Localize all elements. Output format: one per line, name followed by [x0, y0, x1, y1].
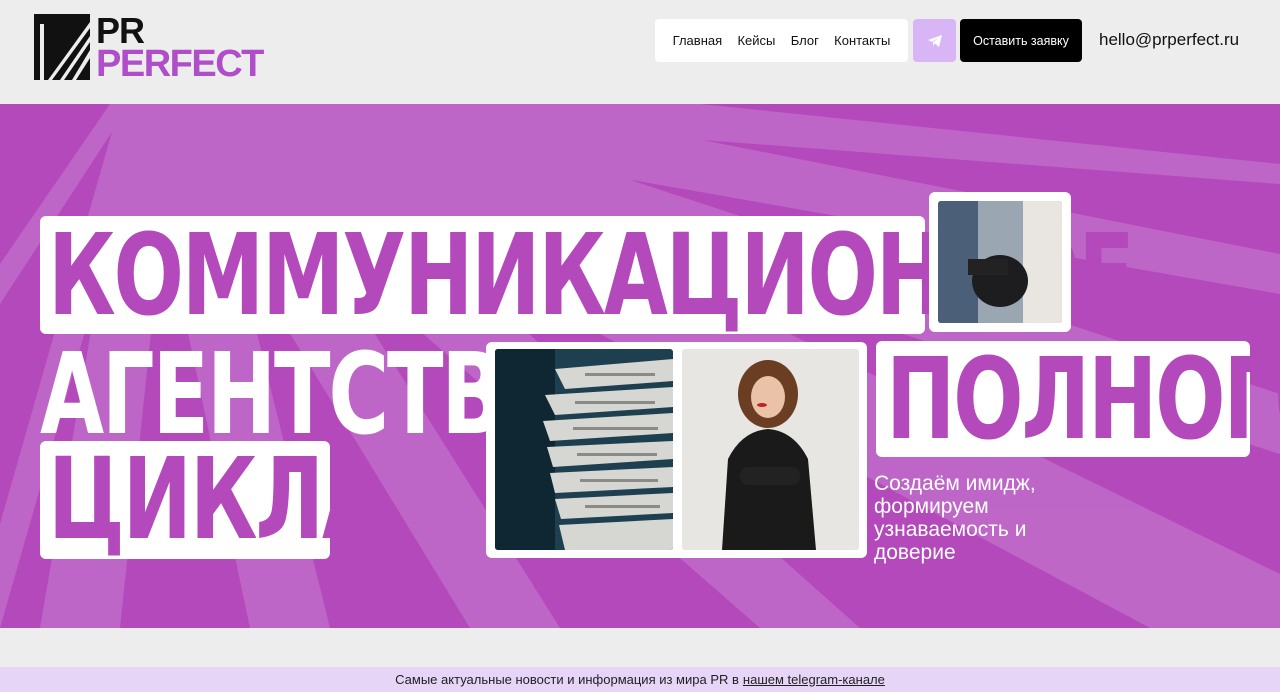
telegram-button[interactable] [913, 19, 956, 62]
hero-section: КОММУНИКАЦИОННОЕ АГЕНТСТВО ЦИКЛА ПОЛНОГО [0, 104, 1280, 628]
banner-text: Самые актуальные новости и информация из… [395, 672, 739, 687]
hero-word-full: ПОЛНОГО [886, 335, 1280, 465]
email-link[interactable]: hello@prperfect.ru [1099, 30, 1239, 50]
logo-rays-icon [34, 14, 90, 80]
telegram-icon [927, 34, 942, 47]
site-header: PR PERFECT Главная Кейсы Блог Контакты О… [0, 0, 1280, 104]
telegram-channel-link[interactable]: нашем telegram-канале [743, 672, 885, 687]
telegram-banner: Самые актуальные новости и информация из… [0, 667, 1280, 692]
nav-link-home[interactable]: Главная [673, 33, 722, 48]
main-nav: Главная Кейсы Блог Контакты [655, 19, 908, 62]
hero-subtitle: Создаём имидж, формируем узнаваемость и … [874, 472, 1036, 564]
submit-request-button[interactable]: Оставить заявку [960, 19, 1082, 62]
nav-link-contacts[interactable]: Контакты [834, 33, 890, 48]
logo-text-perfect: PERFECT [96, 43, 264, 85]
nav-link-cases[interactable]: Кейсы [737, 33, 775, 48]
hero-word-cycle: ЦИКЛА [48, 435, 386, 565]
logo[interactable]: PR PERFECT [34, 13, 284, 85]
newspapers-photo [495, 349, 673, 550]
nav-link-blog[interactable]: Блог [791, 33, 819, 48]
spokeswoman-photo [682, 349, 859, 550]
camera-operator-photo [938, 201, 1062, 323]
